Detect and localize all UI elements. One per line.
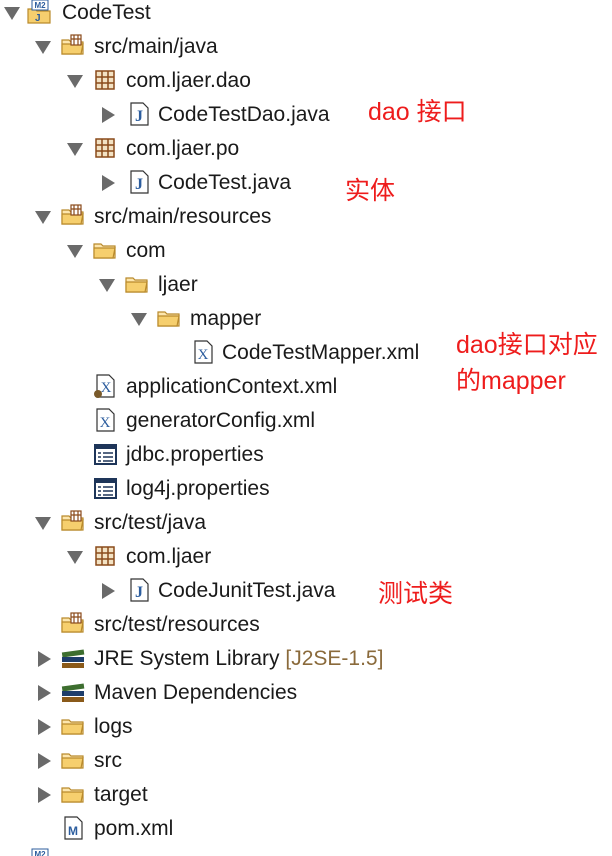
expand-arrow-icon[interactable]: [38, 753, 51, 769]
java-file-icon: [126, 101, 152, 127]
package-icon: [92, 67, 118, 93]
tree-item-label: jdbc.properties: [126, 443, 264, 466]
java-file-icon: [126, 577, 152, 603]
collapse-arrow-icon[interactable]: [35, 517, 51, 530]
annotation-mapper-line2: 的mapper: [456, 367, 566, 395]
collapse-arrow-icon[interactable]: [35, 41, 51, 54]
properties-file-icon: [92, 441, 118, 467]
tree-item-label: ljaer: [158, 273, 198, 296]
tree-item-label: target: [94, 783, 148, 806]
tree-item-next-project-partial[interactable]: [0, 846, 612, 856]
tree-item-label: JRE System Library [J2SE-1.5]: [94, 642, 383, 676]
collapse-arrow-icon[interactable]: [67, 75, 83, 88]
collapse-arrow-icon[interactable]: [131, 313, 147, 326]
source-folder-icon: [60, 203, 86, 229]
folder-icon: [156, 305, 182, 331]
tree-item-pom[interactable]: pom.xml: [0, 812, 612, 846]
tree-item-label: log4j.properties: [126, 477, 270, 500]
tree-item-label: CodeTestDao.java: [158, 103, 330, 126]
project-icon: [26, 848, 52, 856]
tree-item-label: Maven Dependencies: [94, 681, 298, 704]
tree-item-project[interactable]: CodeTest: [0, 0, 612, 30]
tree-item-label: mapper: [190, 307, 262, 330]
tree-item-src-test-java[interactable]: src/test/java: [0, 506, 612, 540]
tree-item-pkg-dao[interactable]: com.ljaer.dao: [0, 64, 612, 98]
collapse-arrow-icon[interactable]: [4, 7, 20, 20]
expand-arrow-icon[interactable]: [38, 651, 51, 667]
package-icon: [92, 135, 118, 161]
tree-item-pkg-test[interactable]: com.ljaer: [0, 540, 612, 574]
tree-item-label: logs: [94, 715, 133, 738]
tree-item-src-test-resources[interactable]: src/test/resources: [0, 608, 612, 642]
tree-item-label: src/test/java: [94, 511, 207, 534]
tree-item-label: CodeTest: [62, 1, 151, 24]
tree-item-file-test[interactable]: CodeJunitTest.java: [0, 574, 612, 608]
tree-item-maven-deps[interactable]: Maven Dependencies: [0, 676, 612, 710]
tree-item-src[interactable]: src: [0, 744, 612, 778]
expand-arrow-icon[interactable]: [102, 583, 115, 599]
tree-item-label: com.ljaer.dao: [126, 69, 251, 92]
tree-item-label: com.ljaer.po: [126, 137, 240, 160]
tree-item-folder-ljaer[interactable]: ljaer: [0, 268, 612, 302]
tree-item-label: CodeTest.java: [158, 171, 292, 194]
folder-icon: [60, 781, 86, 807]
tree-item-label: src/test/resources: [94, 613, 260, 636]
jre-label: JRE System Library: [94, 647, 280, 670]
annotation-mapper-line1: dao接口对应: [456, 331, 598, 359]
tree-item-src-main-java[interactable]: src/main/java: [0, 30, 612, 64]
collapse-arrow-icon[interactable]: [35, 211, 51, 224]
annotation-test: 测试类: [378, 580, 454, 608]
tree-item-label: src/main/java: [94, 35, 218, 58]
collapse-arrow-icon[interactable]: [67, 245, 83, 258]
tree-item-jre[interactable]: JRE System Library [J2SE-1.5]: [0, 642, 612, 676]
properties-file-icon: [92, 475, 118, 501]
tree-item-label: CodeTestMapper.xml: [222, 341, 420, 364]
tree-item-logs[interactable]: logs: [0, 710, 612, 744]
expand-arrow-icon[interactable]: [38, 787, 51, 803]
tree-item-file-log4j[interactable]: log4j.properties: [0, 472, 612, 506]
source-folder-icon: [60, 33, 86, 59]
spring-xml-file-icon: [92, 373, 118, 399]
expand-arrow-icon[interactable]: [38, 719, 51, 735]
annotation-entity: 实体: [345, 177, 396, 205]
tree-item-file-dao[interactable]: CodeTestDao.java: [0, 98, 612, 132]
jre-version: [J2SE-1.5]: [285, 647, 384, 670]
annotation-dao: dao 接口: [368, 98, 467, 126]
tree-item-file-gencfg[interactable]: generatorConfig.xml: [0, 404, 612, 438]
maven-project-icon: [26, 0, 52, 25]
collapse-arrow-icon[interactable]: [67, 143, 83, 156]
expand-arrow-icon[interactable]: [102, 175, 115, 191]
package-icon: [92, 543, 118, 569]
expand-arrow-icon[interactable]: [102, 107, 115, 123]
expand-arrow-icon[interactable]: [38, 685, 51, 701]
collapse-arrow-icon[interactable]: [99, 279, 115, 292]
tree-item-file-po[interactable]: CodeTest.java: [0, 166, 612, 200]
tree-item-label: com.ljaer: [126, 545, 212, 568]
library-icon: [60, 645, 86, 671]
tree-item-pkg-po[interactable]: com.ljaer.po: [0, 132, 612, 166]
tree-item-label: src: [94, 749, 122, 772]
folder-icon: [60, 713, 86, 739]
source-folder-icon: [60, 509, 86, 535]
tree-item-label: com: [126, 239, 166, 262]
tree-item-folder-com[interactable]: com: [0, 234, 612, 268]
tree-item-label: CodeJunitTest.java: [158, 579, 336, 602]
java-file-icon: [126, 169, 152, 195]
folder-icon: [60, 747, 86, 773]
collapse-arrow-icon[interactable]: [67, 551, 83, 564]
tree-item-target[interactable]: target: [0, 778, 612, 812]
folder-icon: [92, 237, 118, 263]
tree-item-label: applicationContext.xml: [126, 375, 338, 398]
tree-item-src-main-resources[interactable]: src/main/resources: [0, 200, 612, 234]
source-folder-icon: [60, 611, 86, 637]
tree-item-file-jdbc[interactable]: jdbc.properties: [0, 438, 612, 472]
tree-item-label: pom.xml: [94, 817, 174, 840]
tree-item-label: src/main/resources: [94, 205, 272, 228]
xml-file-icon: [190, 339, 216, 365]
xml-file-icon: [92, 407, 118, 433]
library-icon: [60, 679, 86, 705]
tree-item-label: generatorConfig.xml: [126, 409, 316, 432]
folder-icon: [124, 271, 150, 297]
maven-pom-icon: [60, 815, 86, 841]
